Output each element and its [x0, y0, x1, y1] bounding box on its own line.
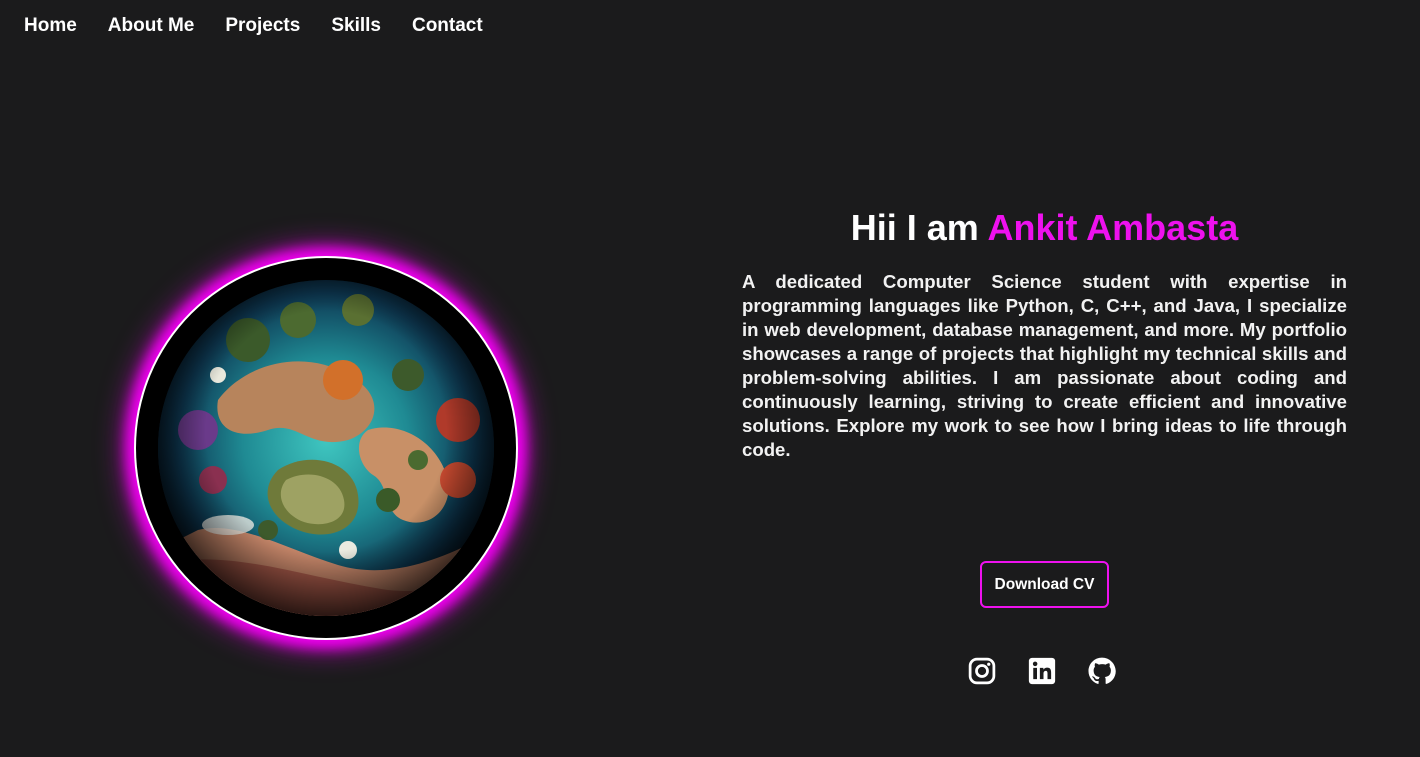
nav-home[interactable]: Home — [24, 14, 77, 38]
social-links — [966, 654, 1118, 688]
nav-about-me[interactable]: About Me — [108, 14, 195, 38]
bio-paragraph: A dedicated Computer Science student wit… — [742, 271, 1347, 460]
top-navigation: Home About Me Projects Skills Contact — [24, 14, 483, 38]
greeting-text: Hii I am — [850, 207, 979, 248]
download-cv-button[interactable]: Download CV — [980, 561, 1109, 608]
nav-contact[interactable]: Contact — [412, 14, 483, 38]
nav-skills[interactable]: Skills — [331, 14, 381, 38]
portfolio-page: Home About Me Projects Skills Contact Hi… — [0, 0, 1420, 757]
instagram-icon — [968, 657, 996, 685]
github-icon — [1088, 657, 1116, 684]
linkedin-link[interactable] — [1026, 654, 1058, 688]
instagram-link[interactable] — [966, 654, 998, 688]
nav-projects[interactable]: Projects — [225, 14, 300, 38]
profile-image-frame — [136, 258, 516, 638]
hero-heading: Hii I am Ankit Ambasta — [742, 206, 1347, 250]
name-text: Ankit Ambasta — [987, 207, 1239, 248]
github-link[interactable] — [1086, 654, 1118, 688]
linkedin-icon — [1028, 657, 1056, 685]
planet-globe-image — [158, 280, 494, 616]
